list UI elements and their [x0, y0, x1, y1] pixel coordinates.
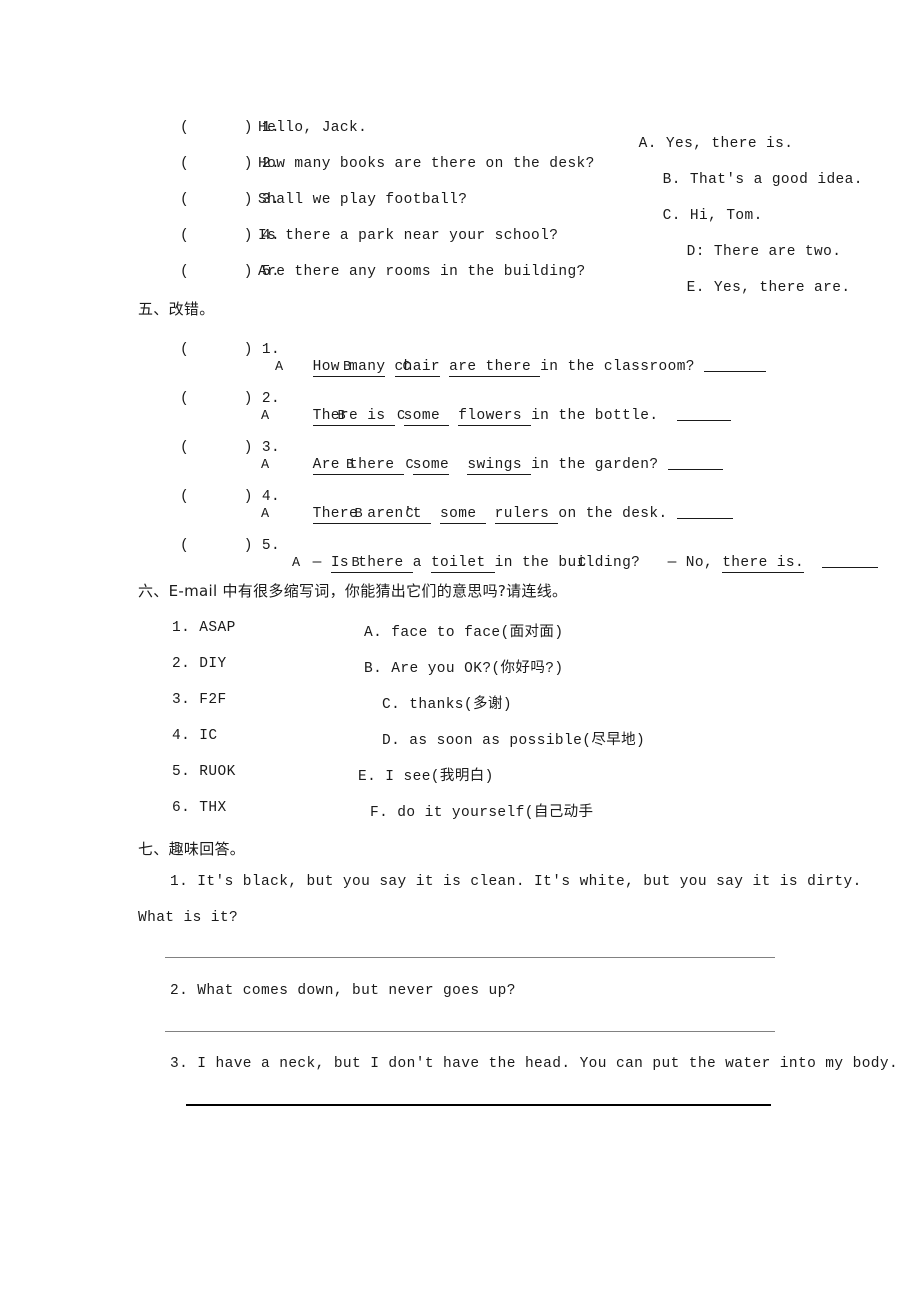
matching-option-label: C. — [662, 208, 681, 224]
abbrev-left-item[interactable]: 4. IC — [172, 728, 218, 744]
abbrev-right-item[interactable]: F. do it yourself(自己动手 — [370, 800, 593, 821]
matching-left-text: Are there any rooms in the building? — [258, 264, 586, 280]
abbrev-right-item[interactable]: B. Are you OK?(你好吗?) — [364, 656, 563, 677]
abbrev-left-item[interactable]: 1. ASAP — [172, 620, 236, 636]
underlined-segment-c: there is. — [722, 555, 805, 573]
underlined-segment-b: some — [403, 408, 450, 426]
matching-option-label: A. — [638, 136, 657, 152]
error-item-marks: A B C — [261, 507, 415, 522]
abbrev-right-item[interactable]: A. face to face(面对面) — [364, 620, 563, 641]
answer-line-1[interactable] — [165, 957, 775, 958]
abbrev-left-item[interactable]: 5. RUOK — [172, 764, 236, 780]
matching-left-text: Shall we play football? — [258, 192, 468, 208]
matching-option-label: D: — [686, 244, 705, 260]
underlined-segment-c: flowers — [458, 408, 532, 426]
section-six-heading: 六、E-mail 中有很多缩写词，你能猜出它们的意思吗?请连线。 — [138, 582, 568, 600]
plain-text: in the bottle. — [531, 408, 677, 424]
answer-line-3[interactable] — [186, 1104, 771, 1106]
matching-option-text: That's a good idea. — [689, 172, 863, 188]
riddle-1-line-1: 1. It's black, but you say it is clean. … — [170, 874, 862, 890]
abbrev-right-item[interactable]: C. thanks(多谢) — [382, 692, 512, 713]
underlined-segment-b: some — [440, 506, 486, 524]
error-item-marks: A B — [292, 556, 361, 571]
plain-text: a — [412, 555, 431, 571]
plain-text: in the classroom? — [540, 359, 704, 375]
matching-option-text: Yes, there is. — [665, 136, 794, 152]
abbrev-left-item[interactable]: 2. DIY — [172, 656, 227, 672]
answer-blank[interactable] — [704, 358, 766, 372]
error-item-marks: A B C — [275, 360, 412, 375]
worksheet-page: ( ) 1. Hello, Jack. ( ) 2. How many book… — [0, 0, 920, 1302]
matching-option-label: E. — [686, 280, 705, 296]
error-item-marks: A B C — [261, 409, 406, 424]
matching-option-text: Yes, there are. — [713, 280, 851, 296]
matching-option-text: Hi, Tom. — [689, 208, 763, 224]
underlined-segment-b: some — [412, 457, 450, 475]
plain-text: on the desk. — [558, 506, 677, 522]
underlined-segment-b: toilet — [430, 555, 495, 573]
matching-option: E. Yes, there are. — [632, 264, 850, 312]
answer-blank[interactable] — [667, 456, 723, 470]
answer-line-2[interactable] — [165, 1031, 775, 1032]
error-item-marks: A B C — [261, 458, 415, 473]
matching-option-text: There are two. — [713, 244, 842, 260]
answer-blank[interactable] — [676, 407, 731, 421]
section-seven-heading: 七、趣味回答。 — [138, 840, 246, 858]
plain-text: in the garden? — [531, 457, 668, 473]
riddle-3: 3. I have a neck, but I don't have the h… — [170, 1056, 899, 1072]
error-item-mark-c: C — [578, 556, 587, 571]
matching-left-text: Hello, Jack. — [258, 120, 368, 136]
matching-option-label: B. — [662, 172, 681, 188]
riddle-1-line-2: What is it? — [138, 910, 239, 926]
abbrev-right-item[interactable]: D. as soon as possible(尽早地) — [382, 728, 645, 749]
answer-blank[interactable] — [676, 505, 733, 519]
matching-left-text: Is there a park near your school? — [258, 228, 559, 244]
answer-blank[interactable] — [822, 554, 879, 568]
abbrev-left-item[interactable]: 6. THX — [172, 800, 227, 816]
section-five-heading: 五、改错。 — [138, 300, 215, 318]
riddle-2: 2. What comes down, but never goes up? — [170, 983, 516, 999]
underlined-segment-c: rulers — [494, 506, 559, 524]
underlined-segment-c: swings — [467, 457, 532, 475]
underlined-segment-c: are there — [449, 359, 541, 377]
abbrev-right-item[interactable]: E. I see(我明白) — [358, 764, 494, 785]
matching-left-text: How many books are there on the desk? — [258, 156, 595, 172]
abbrev-left-item[interactable]: 3. F2F — [172, 692, 227, 708]
plain-text: in the building? — No, — [494, 555, 723, 571]
